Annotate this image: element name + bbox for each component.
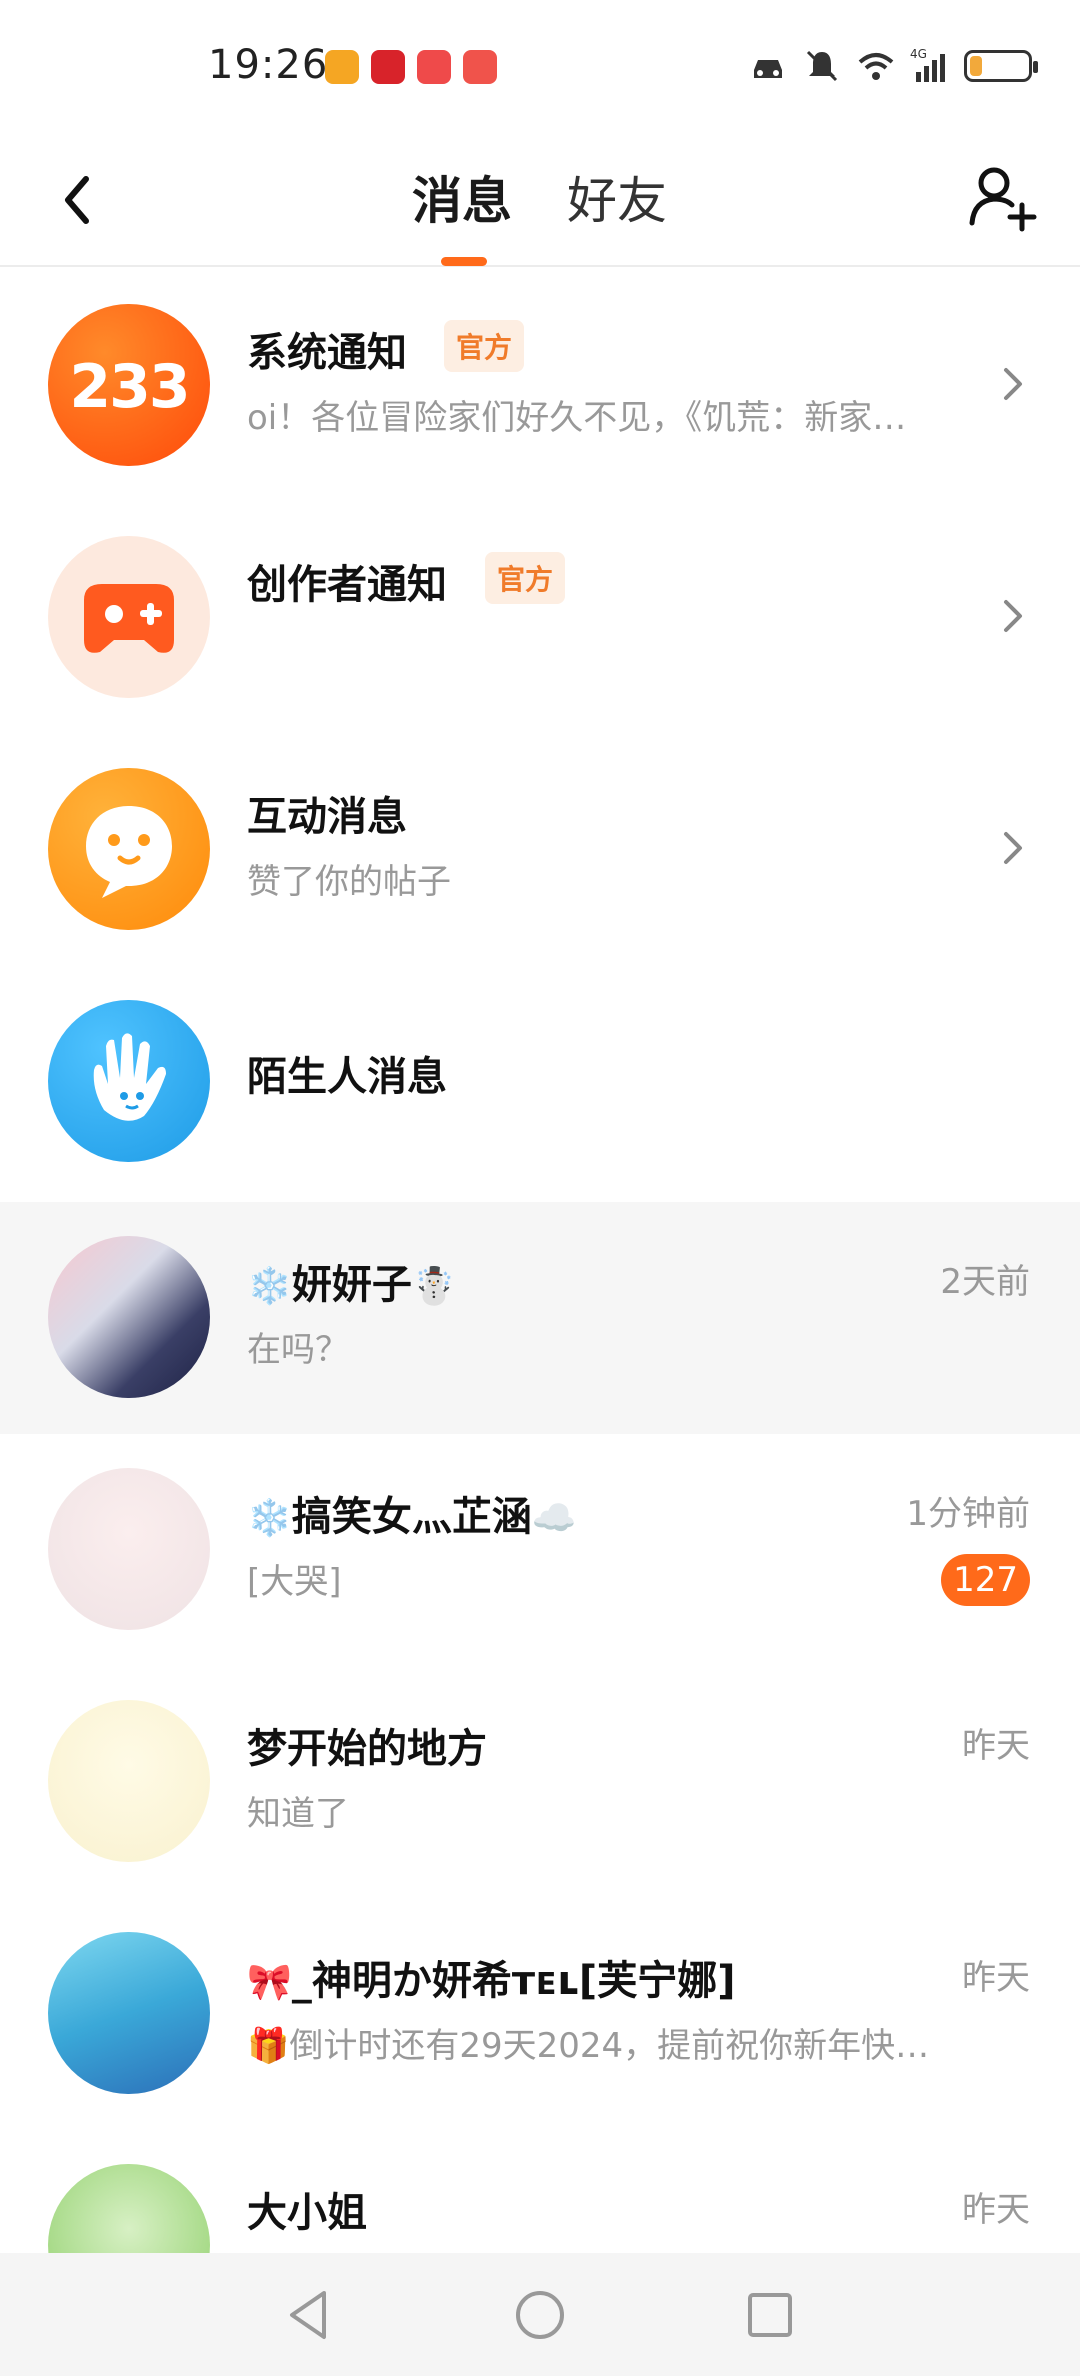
red-app-icon [371, 50, 405, 84]
chat-name: 大小姐 [247, 2190, 367, 2236]
back-button[interactable] [48, 165, 108, 235]
unread-badge: 127 [941, 1554, 1030, 1606]
chat-preview: 🎁倒计时还有29天2024，提前祝你新年快… [247, 2026, 930, 2066]
signal-icon: 4G [910, 47, 945, 82]
nav-back-button[interactable] [280, 2285, 340, 2345]
row-title: 系统通知 [247, 330, 407, 376]
status-time: 19:26 [208, 42, 329, 88]
chat-bubble-icon [86, 806, 172, 898]
huawei-app-icon [417, 50, 451, 84]
official-tag: 官方 [444, 320, 525, 372]
svg-text:4G: 4G [910, 47, 927, 61]
chat-row[interactable]: ❄️搞笑女灬芷涵☁️ [大哭] 1分钟前 127 [0, 1434, 1080, 1666]
chevron-right-icon [1004, 600, 1022, 632]
chat-name: ❄️搞笑女灬芷涵☁️ [247, 1494, 577, 1540]
chat-name: 🎀_神明か妍希ᴛᴇʟ[芙宁娜] [247, 1958, 736, 2004]
avatar [48, 1468, 210, 1630]
battery-icon [964, 50, 1038, 82]
chat-time: 2天前 [940, 1262, 1030, 1302]
chat-time: 昨天 [962, 1958, 1030, 1998]
chat-name: 梦开始的地方 [247, 1726, 487, 1772]
chevron-right-icon [1004, 368, 1022, 400]
status-icons: 4G [748, 46, 1038, 86]
stranger-messages-row[interactable]: 陌生人消息 [0, 966, 1080, 1198]
avatar [48, 1932, 210, 2094]
row-title: 陌生人消息 [247, 1054, 447, 1100]
nav-recents-button[interactable] [740, 2285, 800, 2345]
status-bar: 19:26 4G [0, 0, 1080, 135]
chat-row[interactable]: ❄️妍妍子☃️ 在吗？ 2天前 [0, 1202, 1080, 1434]
creator-notice-row[interactable]: 创作者通知 官方 [0, 502, 1080, 734]
row-preview: oi！各位冒险家们好久不见，《饥荒：新家… [247, 398, 907, 438]
orange-app-icon [325, 50, 359, 84]
chat-row[interactable]: 梦开始的地方 知道了 昨天 [0, 1666, 1080, 1898]
chat-time: 昨天 [962, 2190, 1030, 2230]
row-title: 创作者通知 [247, 562, 447, 608]
snowman-emoji: ☃️ [411, 1266, 457, 1307]
book-app-icon [463, 50, 497, 84]
snowflake-emoji: ❄️ [247, 1266, 292, 1307]
tab-friends[interactable]: 好友 [567, 161, 667, 233]
hand-wave-avatar [48, 1000, 210, 1162]
chat-name: ❄️妍妍子☃️ [247, 1262, 457, 1308]
snowflake-emoji: ❄️ [247, 1498, 292, 1539]
add-friend-button[interactable] [966, 159, 1040, 239]
system-notice-row[interactable]: 233 系统通知 官方 oi！各位冒险家们好久不见，《饥荒：新家… [0, 270, 1080, 502]
row-title: 互动消息 [247, 794, 407, 840]
chat-preview: 知道了 [247, 1794, 349, 1834]
system-nav-bar [0, 2253, 1080, 2376]
chat-row[interactable]: 🎀_神明か妍希ᴛᴇʟ[芙宁娜] 🎁倒计时还有29天2024，提前祝你新年快… 昨… [0, 1898, 1080, 2130]
interaction-row[interactable]: 互动消息 赞了你的帖子 [0, 734, 1080, 966]
tab-messages[interactable]: 消息 [412, 161, 512, 233]
car-icon [754, 60, 782, 78]
avatar [48, 1236, 210, 1398]
chat-time: 1分钟前 [906, 1494, 1030, 1534]
chevron-right-icon [1004, 832, 1022, 864]
row-preview: 赞了你的帖子 [247, 862, 451, 902]
gamepad-avatar [48, 536, 210, 698]
233-logo-avatar: 233 [48, 304, 210, 466]
hand-wave-icon [93, 1033, 166, 1121]
official-tag: 官方 [485, 552, 566, 604]
avatar [48, 1700, 210, 1862]
wifi-icon [858, 53, 894, 80]
chat-time: 昨天 [962, 1726, 1030, 1766]
mute-bell-icon [806, 50, 838, 82]
notification-app-icons [325, 50, 497, 84]
gamepad-icon [84, 584, 174, 653]
nav-home-button[interactable] [510, 2285, 570, 2345]
ribbon-emoji: 🎀 [247, 1962, 292, 2003]
chat-preview: [大哭] [247, 1562, 342, 1602]
chat-preview: 在吗？ [247, 1330, 349, 1370]
top-bar: 消息 好友 [0, 135, 1080, 267]
chat-bubble-avatar [48, 768, 210, 930]
active-tab-indicator [441, 257, 487, 266]
cloud-emoji: ☁️ [531, 1498, 577, 1539]
